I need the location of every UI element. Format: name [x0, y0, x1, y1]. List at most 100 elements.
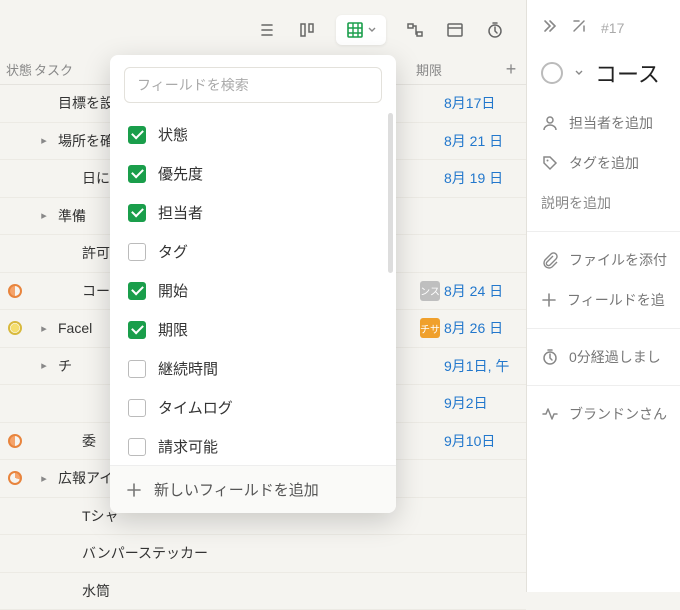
field-label: 継続時間	[158, 358, 218, 379]
divider	[527, 328, 680, 329]
field-option[interactable]: タイムログ	[118, 388, 388, 427]
status-indicator	[8, 284, 22, 298]
checkbox[interactable]	[128, 126, 146, 144]
field-option[interactable]: 継続時間	[118, 349, 388, 388]
panel-top-row: #17	[527, 14, 680, 53]
view-toolbar	[0, 10, 526, 50]
add-field-right-label: フィールドを追	[567, 290, 665, 310]
add-field-button[interactable]: 新しいフィールドを追加	[110, 465, 396, 513]
disclosure-triangle[interactable]: ▸	[30, 134, 58, 147]
checkbox[interactable]	[128, 204, 146, 222]
field-option[interactable]: 状態	[118, 115, 388, 154]
field-label: 担当者	[158, 202, 203, 223]
attach-button[interactable]: ファイルを添付	[527, 240, 680, 280]
header-deadline[interactable]: 期限	[416, 60, 496, 79]
field-option[interactable]: タグ	[118, 232, 388, 271]
task-row[interactable]: バンパーステッカー	[0, 535, 526, 573]
stopwatch-icon	[541, 348, 559, 366]
header-status[interactable]: 状態	[0, 60, 34, 79]
person-icon	[541, 114, 559, 132]
attach-label: ファイルを添付	[569, 250, 667, 270]
tags-button[interactable]: タグを追加	[527, 143, 680, 183]
checkbox[interactable]	[128, 321, 146, 339]
deadline-cell[interactable]: 8月 26 日	[444, 318, 526, 338]
assignee-label: 担当者を追加	[569, 113, 653, 133]
timer-label: 0分経過しまし	[569, 347, 661, 367]
task-name[interactable]: バンパーステッカー	[58, 543, 420, 563]
field-label: タグ	[158, 241, 188, 262]
deadline-cell[interactable]: 9月2日	[444, 393, 526, 413]
divider	[527, 231, 680, 232]
field-label: 優先度	[158, 163, 203, 184]
list-view-icon[interactable]	[256, 19, 278, 41]
checkbox[interactable]	[128, 243, 146, 261]
add-field-right-button[interactable]: フィールドを追	[527, 280, 680, 320]
deadline-cell[interactable]: 9月1日, 午	[444, 356, 526, 376]
deadline-cell[interactable]: 8月 19 日	[444, 168, 526, 188]
field-label: 請求可能	[158, 436, 218, 457]
grid-view-icon[interactable]	[336, 15, 386, 45]
timer-row[interactable]: 0分経過しまし	[527, 337, 680, 377]
flow-view-icon[interactable]	[404, 19, 426, 41]
field-label: 状態	[158, 124, 188, 145]
field-option[interactable]: 優先度	[118, 154, 388, 193]
field-label: 開始	[158, 280, 188, 301]
link-icon[interactable]	[571, 18, 587, 37]
tag-chip: ンス	[420, 281, 440, 301]
header-add-column[interactable]: +	[496, 59, 526, 80]
field-search-wrap	[110, 55, 396, 115]
checkbox[interactable]	[128, 399, 146, 417]
checkbox[interactable]	[128, 165, 146, 183]
checkbox[interactable]	[128, 360, 146, 378]
deadline-cell[interactable]: 8月 21 日	[444, 131, 526, 151]
disclosure-triangle[interactable]: ▸	[30, 472, 58, 485]
paperclip-icon	[541, 251, 559, 269]
divider	[527, 385, 680, 386]
deadline-cell[interactable]: 8月17日	[444, 93, 526, 113]
field-list: 状態優先度担当者タグ開始期限継続時間タイムログ請求可能予定	[110, 115, 396, 465]
status-indicator	[8, 434, 22, 448]
field-option[interactable]: 担当者	[118, 193, 388, 232]
kanban-view-icon[interactable]	[296, 19, 318, 41]
fields-popover: 状態優先度担当者タグ開始期限継続時間タイムログ請求可能予定 新しいフィールドを追…	[110, 55, 396, 513]
add-field-label: 新しいフィールドを追加	[154, 479, 319, 500]
task-id[interactable]: #17	[601, 20, 624, 36]
timer-view-icon[interactable]	[484, 19, 506, 41]
expand-icon[interactable]	[541, 18, 557, 37]
field-label: 期限	[158, 319, 188, 340]
activity-label: ブランドンさん	[569, 404, 667, 424]
status-circle-icon[interactable]	[541, 62, 563, 84]
chevron-down-icon[interactable]	[575, 69, 583, 77]
tag-icon	[541, 154, 559, 172]
field-option[interactable]: 期限	[118, 310, 388, 349]
panel-title[interactable]: コース	[595, 57, 660, 89]
row-status	[0, 321, 30, 335]
task-name[interactable]: 水筒	[58, 581, 420, 601]
assignee-button[interactable]: 担当者を追加	[527, 103, 680, 143]
calendar-view-icon[interactable]	[444, 19, 466, 41]
description-field[interactable]: 説明を追加	[527, 183, 680, 223]
activity-row[interactable]: ブランドンさん	[527, 394, 680, 434]
field-option[interactable]: 請求可能	[118, 427, 388, 465]
status-indicator	[8, 471, 22, 485]
main-area: 状態 タスク 期限 + 目標を設8月17日▸場所を確8月 21 日日にち8月 1…	[0, 0, 526, 592]
disclosure-triangle[interactable]: ▸	[30, 322, 58, 335]
activity-icon	[541, 405, 559, 423]
row-status	[0, 434, 30, 448]
field-option[interactable]: 開始	[118, 271, 388, 310]
tags-label: タグを追加	[569, 153, 639, 173]
deadline-cell[interactable]: 9月10日	[444, 431, 526, 451]
disclosure-triangle[interactable]: ▸	[30, 209, 58, 222]
field-label: タイムログ	[158, 397, 233, 418]
plus-icon	[126, 482, 142, 498]
popover-scrollbar[interactable]	[388, 113, 393, 273]
field-search-input[interactable]	[124, 67, 382, 103]
task-row[interactable]: 水筒	[0, 573, 526, 610]
deadline-cell[interactable]: 8月 24 日	[444, 281, 526, 301]
row-status	[0, 471, 30, 485]
tag-chip: チサ	[420, 318, 440, 338]
checkbox[interactable]	[128, 438, 146, 456]
status-indicator	[8, 321, 22, 335]
disclosure-triangle[interactable]: ▸	[30, 359, 58, 372]
checkbox[interactable]	[128, 282, 146, 300]
